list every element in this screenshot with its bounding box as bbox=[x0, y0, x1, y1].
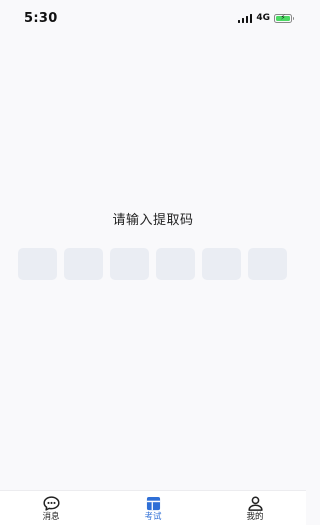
status-indicators: 4G ⚡ bbox=[237, 12, 294, 24]
tab-mine-label: 我的 bbox=[246, 512, 264, 522]
code-digit-2[interactable] bbox=[64, 248, 103, 280]
network-type: 4G bbox=[256, 13, 270, 23]
signal-icon bbox=[237, 13, 253, 23]
status-time: 5:30 bbox=[24, 11, 58, 26]
extraction-code-input bbox=[18, 248, 287, 280]
bottom-tab-bar: 消息 考试 我的 bbox=[0, 490, 306, 525]
user-icon bbox=[247, 496, 263, 511]
tab-mine[interactable]: 我的 bbox=[204, 491, 306, 525]
message-icon bbox=[42, 496, 60, 511]
code-digit-4[interactable] bbox=[156, 248, 195, 280]
tab-messages-label: 消息 bbox=[42, 512, 60, 522]
tab-exam-label: 考试 bbox=[144, 512, 162, 522]
extraction-code-prompt: 请输入提取码 bbox=[112, 213, 194, 228]
exam-icon bbox=[146, 496, 160, 511]
tab-messages[interactable]: 消息 bbox=[0, 491, 102, 525]
battery-charging-icon: ⚡ bbox=[274, 13, 294, 23]
app-screen: 5:30 4G ⚡ 请输入提取码 消息 考试 我的 bbox=[0, 0, 306, 525]
status-bar: 5:30 4G ⚡ bbox=[0, 0, 306, 36]
code-digit-1[interactable] bbox=[18, 248, 57, 280]
tab-exam[interactable]: 考试 bbox=[102, 491, 204, 525]
code-digit-3[interactable] bbox=[110, 248, 149, 280]
code-digit-6[interactable] bbox=[248, 248, 287, 280]
code-digit-5[interactable] bbox=[202, 248, 241, 280]
